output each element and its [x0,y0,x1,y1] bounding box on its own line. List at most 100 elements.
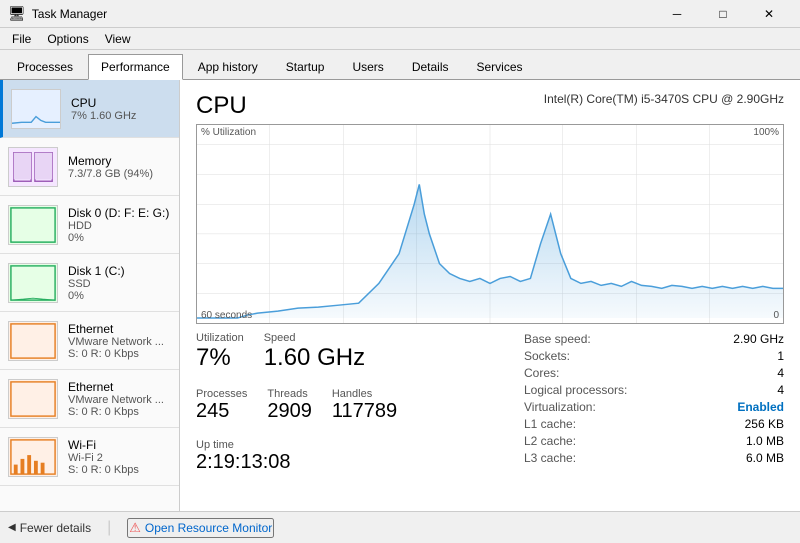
divider: | [107,519,111,537]
open-resource-monitor-button[interactable]: ⚠ Open Resource Monitor [127,518,274,538]
tab-app-history[interactable]: App history [185,53,271,79]
l3cache-label: L3 cache: [524,451,576,465]
sockets-label: Sockets: [524,349,570,363]
cpu-sidebar-sub: 7% 1.60 GHz [71,110,171,122]
wifi-sidebar-sub2: S: 0 R: 0 Kbps [68,464,171,476]
eth0-sidebar-info: Ethernet VMware Network ... S: 0 R: 0 Kb… [68,322,171,360]
stat-threads: Threads 2909 [267,388,312,423]
stat-processes: Processes 245 [196,388,247,423]
tab-services[interactable]: Services [464,53,536,79]
menu-view[interactable]: View [97,28,139,49]
bottom-bar: ◀ Fewer details | ⚠ Open Resource Monito… [0,511,800,543]
sidebar-item-wifi[interactable]: Wi-Fi Wi-Fi 2 S: 0 R: 0 Kbps [0,428,179,486]
disk0-sidebar-sub1: HDD [68,220,171,232]
sidebar-item-disk1[interactable]: Disk 1 (C:) SSD 0% [0,254,179,312]
stats-area: Utilization 7% Speed 1.60 GHz Processes … [196,332,784,482]
disk1-sidebar-info: Disk 1 (C:) SSD 0% [68,264,171,302]
wifi-sidebar-info: Wi-Fi Wi-Fi 2 S: 0 R: 0 Kbps [68,438,171,476]
menu-options[interactable]: Options [39,28,96,49]
tab-processes[interactable]: Processes [4,53,86,79]
eth0-sidebar-sub1: VMware Network ... [68,336,171,348]
processes-value: 245 [196,400,247,423]
disk1-mini-chart [8,263,58,303]
l1cache-label: L1 cache: [524,417,576,431]
cpu-sidebar-info: CPU 7% 1.60 GHz [71,96,171,122]
stat-speed: Speed 1.60 GHz [264,332,365,372]
logical-processors-value: 4 [777,383,784,397]
stats-right: Base speed: 2.90 GHz Sockets: 1 Cores: 4… [524,332,784,482]
stat-logical-processors: Logical processors: 4 [524,383,784,397]
eth0-sidebar-name: Ethernet [68,322,171,336]
menu-bar: File Options View [0,28,800,50]
resource-monitor-icon: ⚠ [129,520,141,536]
eth1-sidebar-sub2: S: 0 R: 0 Kbps [68,406,171,418]
cores-value: 4 [777,366,784,380]
stat-base-speed: Base speed: 2.90 GHz [524,332,784,346]
tab-bar: Processes Performance App history Startu… [0,50,800,80]
disk0-sidebar-name: Disk 0 (D: F: E: G:) [68,206,171,220]
threads-value: 2909 [267,400,312,423]
chevron-left-icon: ◀ [8,522,16,533]
memory-mini-chart [8,147,58,187]
processes-label: Processes [196,388,247,400]
tab-startup[interactable]: Startup [273,53,338,79]
stat-virtualization: Virtualization: Enabled [524,400,784,414]
close-button[interactable]: ✕ [746,0,792,28]
utilization-value: 7% [196,344,244,372]
memory-sidebar-sub: 7.3/7.8 GB (94%) [68,168,171,180]
stat-l2cache: L2 cache: 1.0 MB [524,434,784,448]
stats-row-1: Utilization 7% Speed 1.60 GHz [196,332,524,380]
base-speed-label: Base speed: [524,332,591,346]
virtualization-value: Enabled [737,400,784,414]
tab-details[interactable]: Details [399,53,462,79]
chart-y-max: 100% [753,127,779,138]
speed-label: Speed [264,332,365,344]
chart-x-label: 60 seconds [201,310,252,321]
cpu-chart: % Utilization 100% 60 seconds 0 [196,124,784,324]
virtualization-label: Virtualization: [524,400,596,414]
chart-y-label: % Utilization [201,127,256,138]
cpu-header: CPU Intel(R) Core(TM) i5-3470S CPU @ 2.9… [196,92,784,120]
stats-row-2: Processes 245 Threads 2909 Handles 11778… [196,388,524,431]
eth0-sidebar-sub2: S: 0 R: 0 Kbps [68,348,171,360]
handles-label: Handles [332,388,397,400]
open-resource-monitor-label: Open Resource Monitor [145,521,272,535]
sidebar-item-ethernet0[interactable]: Ethernet VMware Network ... S: 0 R: 0 Kb… [0,312,179,370]
eth1-mini-chart [8,379,58,419]
window-controls: ─ □ ✕ [654,0,792,28]
l2cache-value: 1.0 MB [746,434,784,448]
cpu-chart-svg [197,125,783,323]
l2cache-label: L2 cache: [524,434,576,448]
sidebar-item-ethernet1[interactable]: Ethernet VMware Network ... S: 0 R: 0 Kb… [0,370,179,428]
utilization-label: Utilization [196,332,244,344]
app-icon: 🖥 [8,5,26,22]
tab-users[interactable]: Users [339,53,396,79]
sidebar-item-memory[interactable]: Memory 7.3/7.8 GB (94%) [0,138,179,196]
tab-performance[interactable]: Performance [88,54,183,80]
fewer-details-button[interactable]: ◀ Fewer details [8,521,91,535]
stat-l3cache: L3 cache: 6.0 MB [524,451,784,465]
minimize-button[interactable]: ─ [654,0,700,28]
stat-cores: Cores: 4 [524,366,784,380]
wifi-mini-chart [8,437,58,477]
base-speed-value: 2.90 GHz [733,332,784,346]
eth0-mini-chart [8,321,58,361]
cpu-model: Intel(R) Core(TM) i5-3470S CPU @ 2.90GHz [544,92,784,106]
main-content: CPU 7% 1.60 GHz Memory 7.3/7.8 GB (94%) [0,80,800,511]
menu-file[interactable]: File [4,28,39,49]
memory-sidebar-info: Memory 7.3/7.8 GB (94%) [68,154,171,180]
disk0-mini-chart [8,205,58,245]
memory-sidebar-name: Memory [68,154,171,168]
maximize-button[interactable]: □ [700,0,746,28]
cpu-mini-chart [11,89,61,129]
sidebar-item-cpu[interactable]: CPU 7% 1.60 GHz [0,80,179,138]
eth1-sidebar-name: Ethernet [68,380,171,394]
stat-sockets: Sockets: 1 [524,349,784,363]
sidebar-item-disk0[interactable]: Disk 0 (D: F: E: G:) HDD 0% [0,196,179,254]
title-bar: 🖥 Task Manager ─ □ ✕ [0,0,800,28]
handles-value: 117789 [332,400,397,423]
wifi-sidebar-sub1: Wi-Fi 2 [68,452,171,464]
sockets-value: 1 [777,349,784,363]
chart-y-min: 0 [773,310,779,321]
stats-left: Utilization 7% Speed 1.60 GHz Processes … [196,332,524,482]
